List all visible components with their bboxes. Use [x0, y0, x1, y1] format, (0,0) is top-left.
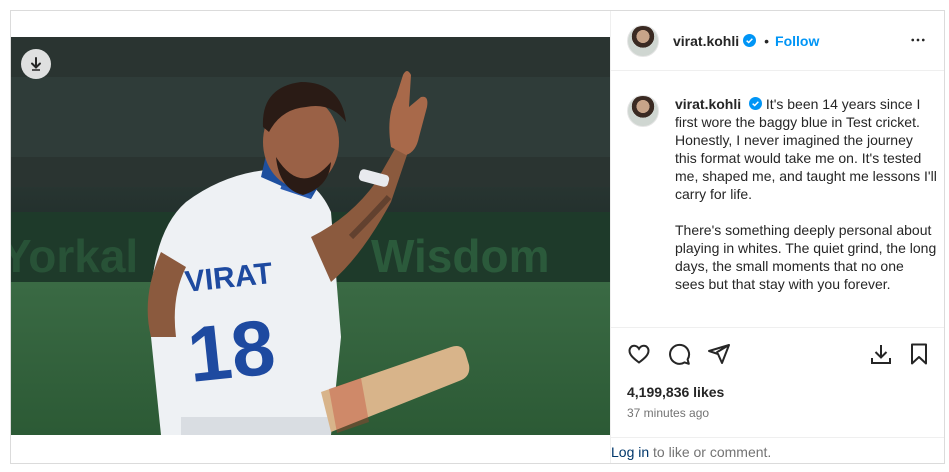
- svg-text:Wisdom: Wisdom: [371, 230, 549, 282]
- caption-avatar[interactable]: [627, 95, 659, 127]
- post-timestamp[interactable]: 37 minutes ago: [627, 406, 709, 420]
- verified-badge-icon: [743, 34, 757, 47]
- login-prompt: Log in to like or comment.: [611, 437, 944, 463]
- follow-button[interactable]: Follow: [775, 33, 819, 49]
- avatar[interactable]: [627, 24, 659, 57]
- login-link[interactable]: Log in: [611, 444, 649, 460]
- download-icon[interactable]: [21, 49, 51, 79]
- likes-count[interactable]: 4,199,836 likes: [627, 384, 724, 400]
- download-icon[interactable]: [869, 342, 893, 366]
- post-sidebar: virat.kohli • Follow virat.kohli It's be…: [610, 11, 944, 463]
- caption-body: virat.kohli It's been 14 years since I f…: [675, 95, 937, 311]
- login-prompt-text: to like or comment.: [649, 444, 772, 460]
- heart-icon[interactable]: [627, 342, 651, 366]
- actions-section: 4,199,836 likes 37 minutes ago Log in to…: [611, 327, 944, 463]
- post-media: Wisdom Yorkal VIRAT 18: [11, 11, 611, 463]
- photo-illustration: Wisdom Yorkal VIRAT 18: [11, 37, 610, 435]
- svg-text:Yorkal: Yorkal: [11, 230, 138, 282]
- comment-icon[interactable]: [667, 342, 691, 366]
- post-photo[interactable]: Wisdom Yorkal VIRAT 18: [11, 37, 610, 435]
- username-link[interactable]: virat.kohli: [673, 33, 739, 49]
- caption-text-2: There's something deeply personal about …: [675, 222, 937, 292]
- post-card: Wisdom Yorkal VIRAT 18 virat.kohli • Fol…: [10, 10, 945, 464]
- jersey-number: 18: [184, 302, 279, 399]
- caption-paragraph: virat.kohli It's been 14 years since I f…: [675, 95, 937, 203]
- bookmark-icon[interactable]: [907, 342, 931, 366]
- verified-badge-icon: [749, 97, 763, 110]
- caption: virat.kohli It's been 14 years since I f…: [627, 95, 937, 325]
- action-icons: [627, 342, 931, 366]
- more-options-icon[interactable]: [909, 31, 927, 49]
- share-icon[interactable]: [707, 342, 731, 366]
- caption-username[interactable]: virat.kohli: [675, 96, 741, 112]
- post-header: virat.kohli • Follow: [611, 11, 944, 71]
- separator-dot: •: [764, 32, 770, 49]
